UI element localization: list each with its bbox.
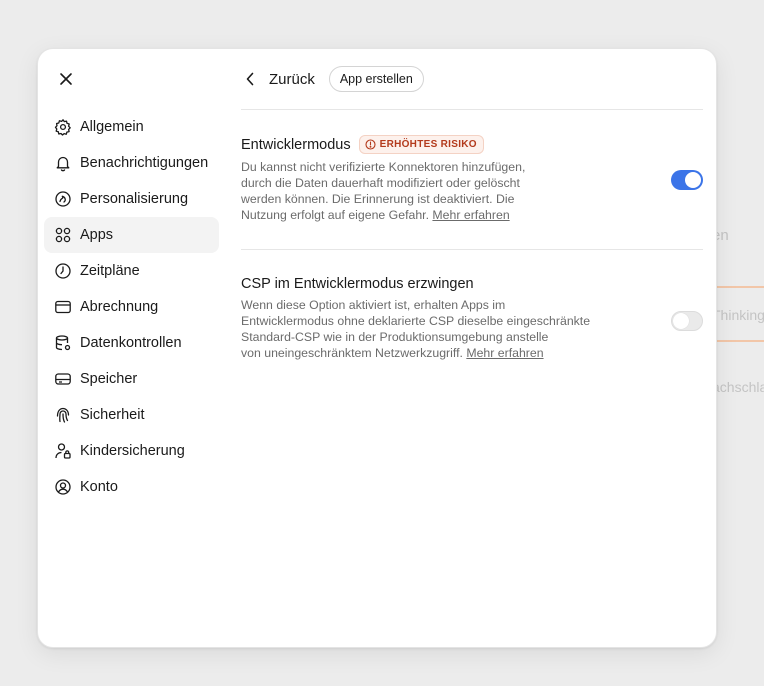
- sidebar-item-apps[interactable]: Apps: [44, 217, 219, 253]
- setting-description: Wenn diese Option aktiviert ist, erhalte…: [241, 297, 611, 361]
- apps-grid-icon: [54, 226, 72, 244]
- sidebar-item-benachrichtigungen[interactable]: Benachrichtigungen: [44, 145, 219, 181]
- parental-control-icon: [54, 442, 72, 460]
- toggle-knob: [685, 172, 701, 188]
- create-app-button[interactable]: App erstellen: [328, 66, 424, 92]
- csp-enforce-setting: CSP im Entwicklermodus erzwingen Wenn di…: [241, 276, 703, 361]
- sidebar-item-kindersicherung[interactable]: Kindersicherung: [44, 433, 219, 469]
- sidebar-item-personalisierung[interactable]: Personalisierung: [44, 181, 219, 217]
- sidebar-item-label: Speicher: [80, 371, 138, 387]
- credit-card-icon: [54, 298, 72, 316]
- account-icon: [54, 478, 72, 496]
- risk-badge: ERHÖHTES RISIKO: [358, 135, 484, 154]
- close-button[interactable]: [54, 67, 78, 91]
- setting-title: CSP im Entwicklermodus erzwingen: [241, 276, 474, 292]
- sidebar-item-label: Konto: [80, 479, 118, 495]
- sidebar-item-label: Allgemein: [80, 119, 144, 135]
- background-input-text: Thinking: [712, 307, 764, 323]
- storage-icon: [54, 370, 72, 388]
- learn-more-link[interactable]: Mehr erfahren: [466, 346, 543, 360]
- sidebar-item-zeitplaene[interactable]: Zeitpläne: [44, 253, 219, 289]
- warning-circle-icon: [365, 139, 376, 150]
- chevron-left-icon: [241, 70, 259, 88]
- sidebar-item-datenkontrollen[interactable]: Datenkontrollen: [44, 325, 219, 361]
- sidebar-item-label: Benachrichtigungen: [80, 155, 209, 171]
- sidebar-item-label: Datenkontrollen: [80, 335, 182, 351]
- back-button[interactable]: Zurück: [241, 70, 315, 88]
- sidebar-item-sicherheit[interactable]: Sicherheit: [44, 397, 219, 433]
- bell-icon: [54, 154, 72, 172]
- clock-icon: [54, 262, 72, 280]
- sidebar-item-label: Sicherheit: [80, 407, 145, 423]
- sidebar-item-label: Abrechnung: [80, 299, 159, 315]
- developer-mode-setting: Entwicklermodus ERHÖHTES RISIKO Du kanns…: [241, 135, 703, 223]
- sidebar-item-label: Kindersicherung: [80, 443, 185, 459]
- sidebar-item-label: Apps: [80, 227, 114, 243]
- setting-title: Entwicklermodus: [241, 136, 351, 153]
- sidebar-item-label: Zeitpläne: [80, 263, 140, 279]
- background-text-fragment-2: achschla: [712, 379, 764, 395]
- back-label: Zurück: [269, 70, 315, 88]
- gear-icon: [54, 118, 72, 136]
- setting-description: Du kannst nicht verifizierte Konnektoren…: [241, 159, 611, 223]
- developer-mode-toggle[interactable]: [671, 170, 703, 190]
- learn-more-link[interactable]: Mehr erfahren: [432, 208, 509, 222]
- personalization-icon: [54, 190, 72, 208]
- toggle-knob: [673, 313, 689, 329]
- settings-modal: Allgemein Benachrichtigungen Personalisi…: [37, 48, 717, 648]
- fingerprint-icon: [54, 406, 72, 424]
- sidebar-item-speicher[interactable]: Speicher: [44, 361, 219, 397]
- risk-badge-label: ERHÖHTES RISIKO: [379, 139, 477, 150]
- csp-enforce-toggle[interactable]: [671, 311, 703, 331]
- sidebar-item-label: Personalisierung: [80, 191, 189, 207]
- divider: [241, 109, 703, 110]
- sidebar-item-allgemein[interactable]: Allgemein: [44, 109, 219, 145]
- divider: [241, 249, 703, 250]
- panel-header: Zurück App erstellen: [241, 65, 703, 93]
- close-icon: [60, 73, 72, 85]
- sidebar-item-abrechnung[interactable]: Abrechnung: [44, 289, 219, 325]
- settings-sidebar: Allgemein Benachrichtigungen Personalisi…: [44, 109, 219, 505]
- sidebar-item-konto[interactable]: Konto: [44, 469, 219, 505]
- database-icon: [54, 334, 72, 352]
